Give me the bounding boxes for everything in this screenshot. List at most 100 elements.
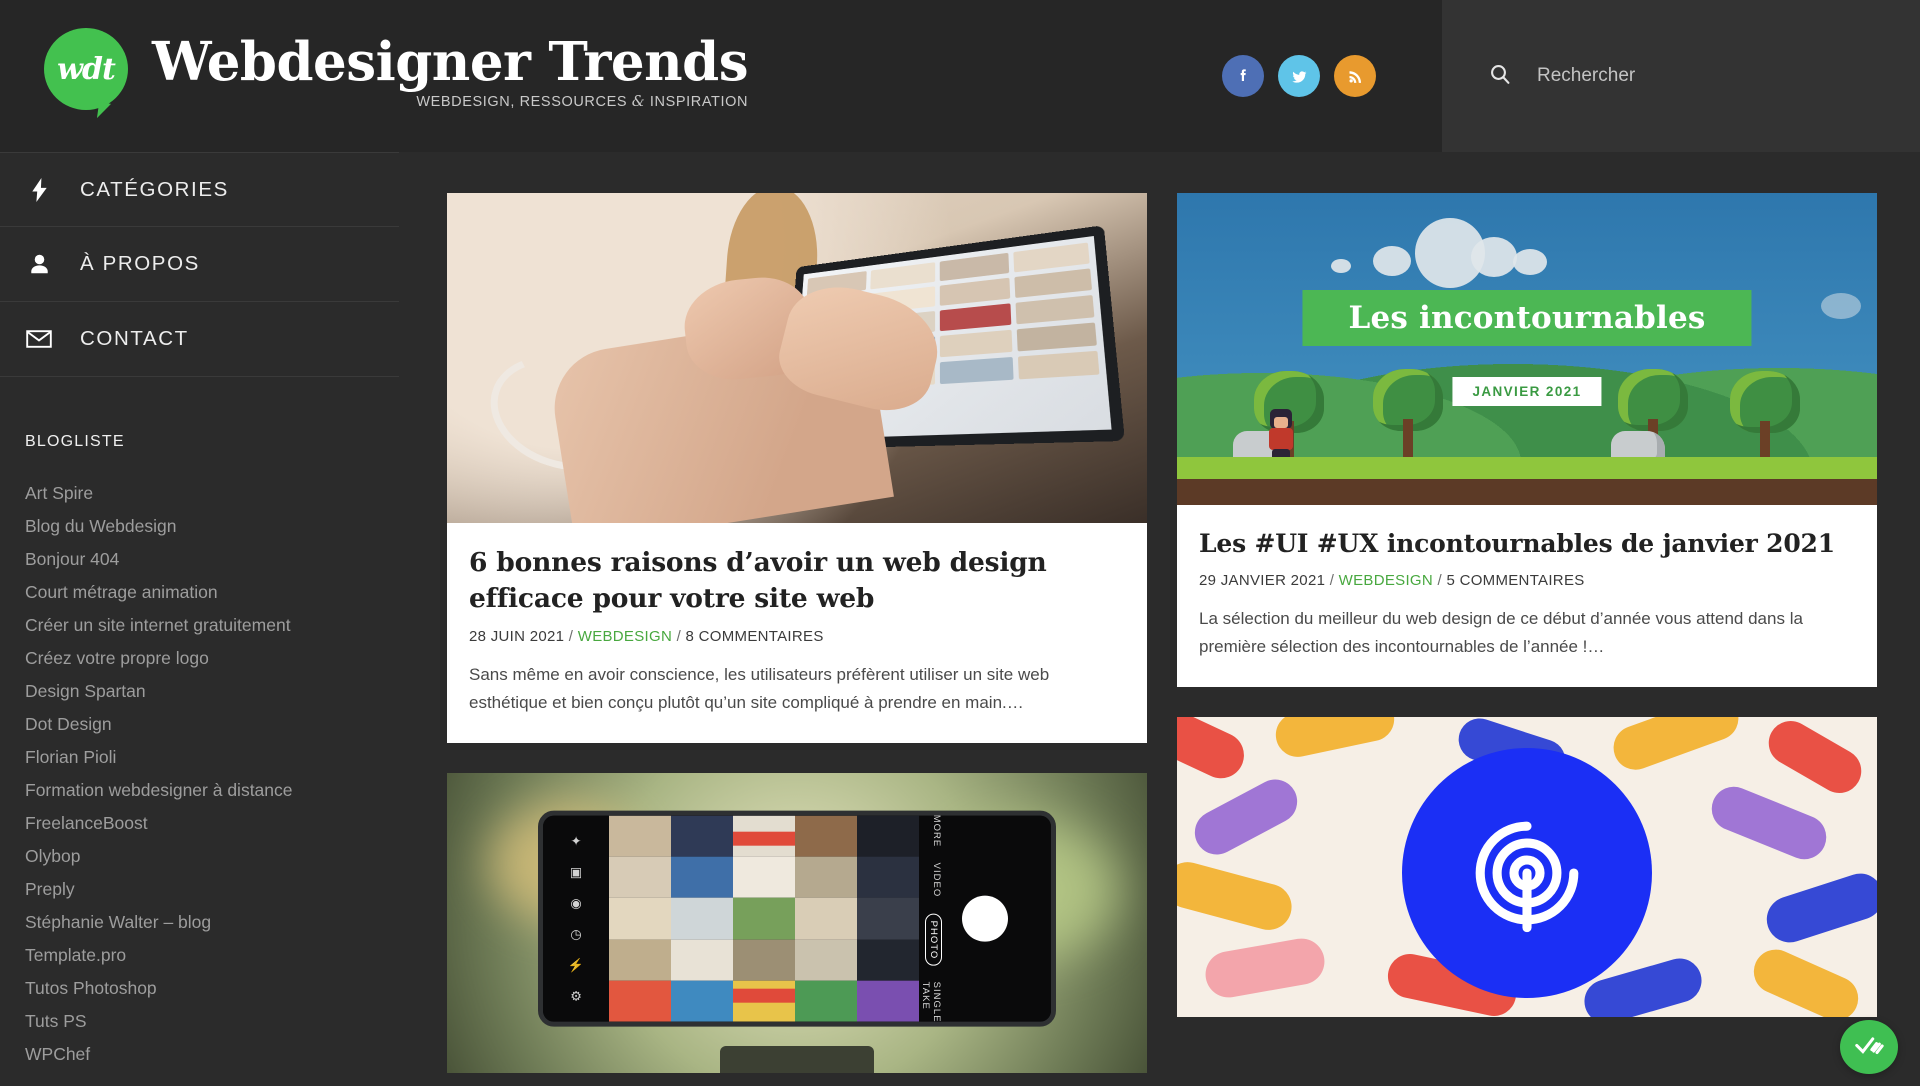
- cloud-shape: [1471, 236, 1517, 277]
- list-item[interactable]: Formation webdesigner à distance: [25, 774, 399, 807]
- mode-more: MORE: [930, 814, 942, 847]
- site-branding[interactable]: wdt Webdesigner Trends WEBDESIGN, RESSOU…: [44, 28, 749, 110]
- sidebar-item-apropos[interactable]: À PROPOS: [0, 227, 399, 302]
- post-card[interactable]: ✦ ▣ ◉ ◷ ⚡ ⚙ MORE VIDEO PHOTO SINGLE TAKE: [447, 773, 1147, 1073]
- tripod-clamp-bottom: [732, 989, 795, 1004]
- post-date: 28 JUIN 2021: [469, 628, 565, 645]
- post-meta: 28 JUIN 2021 / WEBDESIGN / 8 COMMENTAIRE…: [469, 628, 1125, 645]
- post-card[interactable]: [1177, 717, 1877, 1017]
- check-swoosh-icon: [1853, 1032, 1885, 1063]
- post-card[interactable]: 6 bonnes raisons d’avoir un web design e…: [447, 193, 1147, 743]
- facebook-button[interactable]: [1222, 55, 1264, 97]
- twitter-icon: [1289, 66, 1310, 87]
- camera-controls: MORE VIDEO PHOTO SINGLE TAKE: [918, 814, 1051, 1023]
- list-item[interactable]: Tuts PS: [25, 1005, 399, 1038]
- sidebar-item-categories-label: CATÉGORIES: [80, 177, 229, 201]
- post-comment-count[interactable]: 5 COMMENTAIRES: [1446, 572, 1584, 589]
- list-item[interactable]: Preply: [25, 873, 399, 906]
- search-box[interactable]: [1442, 0, 1920, 152]
- tagline-ampersand: &: [631, 94, 646, 110]
- post-grid: 6 bonnes raisons d’avoir un web design e…: [399, 152, 1920, 1086]
- camera-viewfinder: [609, 815, 919, 1022]
- list-item[interactable]: Tutos Photoshop: [25, 972, 399, 1005]
- search-icon: [1488, 62, 1512, 91]
- list-item[interactable]: Dot Design: [25, 708, 399, 741]
- illustration-dirt: [1177, 479, 1877, 505]
- post-excerpt: La sélection du meilleur du web design d…: [1199, 609, 1803, 656]
- post-thumbnail-blue-circle-logo[interactable]: [1177, 717, 1877, 1017]
- post-column-right: Les incontournables JANVIER 2021 Les #UI…: [1177, 193, 1877, 1086]
- user-icon: [16, 253, 62, 275]
- list-item[interactable]: Bonjour 404: [25, 543, 399, 576]
- tree-shape: [1730, 371, 1800, 467]
- twitter-button[interactable]: [1278, 55, 1320, 97]
- sidebar-item-apropos-label: À PROPOS: [80, 252, 200, 275]
- meta-separator: /: [676, 628, 682, 645]
- sidebar: CATÉGORIES À PROPOS CONTACT BLOGLISTE Ar…: [0, 152, 399, 1086]
- sparkle-icon: ✦: [570, 833, 582, 849]
- site-logo[interactable]: wdt: [44, 28, 128, 110]
- rss-icon: [1346, 67, 1365, 86]
- list-item[interactable]: FreelanceBoost: [25, 807, 399, 840]
- tripod-clamp-top: [732, 832, 795, 847]
- spiral-logo-icon: [1475, 821, 1579, 933]
- envelope-icon: [16, 329, 62, 349]
- list-item[interactable]: Créez votre propre logo: [25, 642, 399, 675]
- illustration-grass: [1177, 457, 1877, 479]
- sidebar-item-categories[interactable]: CATÉGORIES: [0, 152, 399, 227]
- post-excerpt: Sans même en avoir conscience, les utili…: [469, 665, 1050, 712]
- thumbnail-tag-text: JANVIER 2021: [1452, 377, 1602, 407]
- list-item[interactable]: Florian Pioli: [25, 741, 399, 774]
- mode-video: VIDEO: [930, 862, 942, 898]
- settings-icon: ⚙: [570, 988, 582, 1004]
- tagline-part2: INSPIRATION: [645, 94, 749, 110]
- list-item[interactable]: Blog du Webdesign: [25, 510, 399, 543]
- photo-smartphone: ✦ ▣ ◉ ◷ ⚡ ⚙ MORE VIDEO PHOTO SINGLE TAKE: [538, 810, 1056, 1027]
- post-card[interactable]: Les incontournables JANVIER 2021 Les #UI…: [1177, 193, 1877, 687]
- facebook-icon: [1233, 66, 1253, 86]
- list-item[interactable]: Template.pro: [25, 939, 399, 972]
- post-thumbnail-tablet-hands[interactable]: [447, 193, 1147, 523]
- camera-tool-rail: ✦ ▣ ◉ ◷ ⚡ ⚙: [543, 815, 610, 1022]
- post-thumbnail-pixel-game[interactable]: Les incontournables JANVIER 2021: [1177, 193, 1877, 505]
- social-links: [1222, 55, 1376, 97]
- thumbnail-banner-text: Les incontournables: [1302, 289, 1752, 346]
- list-item[interactable]: Créer un site internet gratuitement: [25, 609, 399, 642]
- post-category[interactable]: WEBDESIGN: [578, 628, 672, 645]
- post-meta: 29 JANVIER 2021 / WEBDESIGN / 5 COMMENTA…: [1199, 572, 1855, 589]
- meta-separator: /: [1329, 572, 1335, 589]
- list-item[interactable]: Olybop: [25, 840, 399, 873]
- chat-badge-button[interactable]: [1840, 1020, 1898, 1074]
- shutter-button: [961, 895, 1008, 942]
- tagline-part1: WEBDESIGN, RESSOURCES: [416, 94, 632, 110]
- motion-icon: ◉: [570, 895, 582, 911]
- list-item[interactable]: Art Spire: [25, 477, 399, 510]
- mode-photo: PHOTO: [924, 913, 942, 967]
- rss-button[interactable]: [1334, 55, 1376, 97]
- list-item[interactable]: Court métrage animation: [25, 576, 399, 609]
- post-category[interactable]: WEBDESIGN: [1339, 572, 1433, 589]
- post-column-left: 6 bonnes raisons d’avoir un web design e…: [447, 193, 1147, 1086]
- cloud-shape: [1373, 246, 1411, 277]
- tripod-mount: [720, 1046, 874, 1073]
- search-input[interactable]: [1537, 65, 1867, 87]
- post-title[interactable]: 6 bonnes raisons d’avoir un web design e…: [469, 545, 1125, 617]
- cloud-shape: [1331, 258, 1351, 273]
- mode-single-take: SINGLE TAKE: [919, 982, 942, 1023]
- sidebar-item-contact-label: CONTACT: [80, 327, 189, 350]
- camera-mode-list: MORE VIDEO PHOTO SINGLE TAKE: [919, 814, 942, 1023]
- brand-circle: [1402, 748, 1652, 998]
- meta-separator: /: [1437, 572, 1442, 589]
- list-item[interactable]: WPChef: [25, 1038, 399, 1071]
- post-title[interactable]: Les #UI #UX incontournables de janvier 2…: [1199, 527, 1855, 561]
- post-date: 29 JANVIER 2021: [1199, 572, 1326, 589]
- post-thumbnail-smartphone-camera[interactable]: ✦ ▣ ◉ ◷ ⚡ ⚙ MORE VIDEO PHOTO SINGLE TAKE: [447, 773, 1147, 1073]
- meta-separator: /: [568, 628, 574, 645]
- post-comment-count[interactable]: 8 COMMENTAIRES: [686, 628, 824, 645]
- timer-icon: ◷: [570, 926, 582, 942]
- tree-shape: [1373, 369, 1443, 465]
- list-item[interactable]: Design Spartan: [25, 675, 399, 708]
- site-tagline: WEBDESIGN, RESSOURCES & INSPIRATION: [152, 94, 748, 110]
- list-item[interactable]: Stéphanie Walter – blog: [25, 906, 399, 939]
- sidebar-item-contact[interactable]: CONTACT: [0, 302, 399, 377]
